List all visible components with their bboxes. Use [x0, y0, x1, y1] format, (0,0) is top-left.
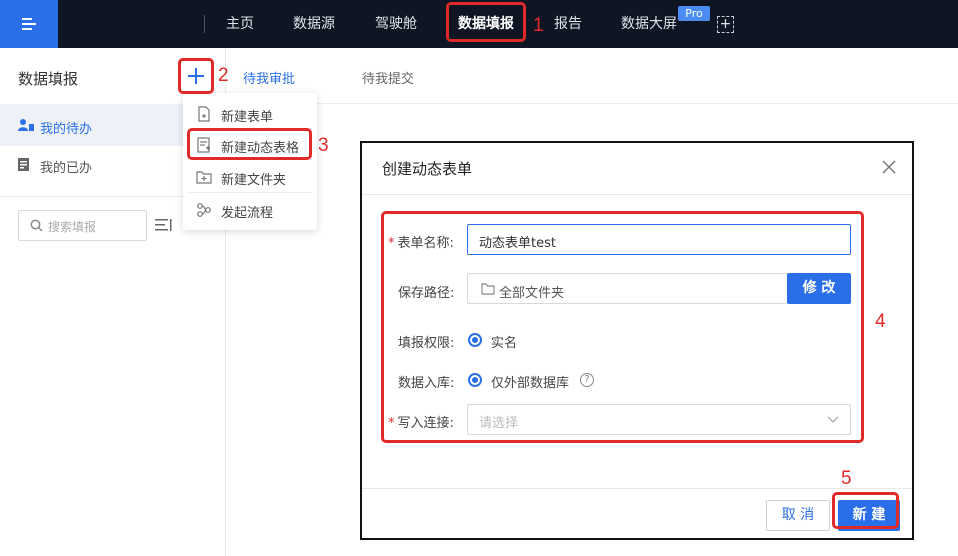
storage-radio[interactable]	[468, 373, 482, 387]
close-button[interactable]	[878, 156, 900, 178]
menu-collapse-button[interactable]	[0, 0, 58, 48]
menu-item-label: 新建动态表格	[221, 141, 300, 156]
form-name-value: 动态表单test	[479, 236, 556, 251]
new-dynamic-table-icon	[197, 137, 210, 153]
menu-collapse-icon	[22, 18, 36, 30]
tab-pending-submit[interactable]: 待我提交	[362, 68, 414, 87]
connection-placeholder: 请选择	[479, 416, 519, 431]
dialog-footer-divider	[362, 488, 912, 489]
add-dropdown-menu: 新建表单 新建动态表格 新建文件夹 发起流程	[183, 93, 317, 230]
nav-item-cockpit[interactable]: 驾驶舱	[375, 0, 417, 48]
document-done-icon	[18, 158, 29, 171]
menu-item-label: 新建表单	[221, 110, 274, 125]
chevron-down-icon	[827, 416, 839, 423]
menu-item-new-dynamic-table[interactable]: 新建动态表格	[183, 130, 317, 160]
permission-label: 填报权限:	[398, 336, 455, 351]
nav-item-report[interactable]: 报告	[554, 0, 582, 48]
tab-pending-approval[interactable]: 待我审批	[243, 68, 295, 87]
annotation-number-3: 3	[318, 135, 329, 156]
connection-label-text: 写入连接:	[397, 416, 454, 431]
nav-item-data-entry[interactable]: 数据填报	[458, 0, 514, 48]
nav-item-datasource[interactable]: 数据源	[293, 0, 335, 48]
required-star: *	[388, 416, 395, 431]
tabs-divider	[226, 103, 958, 104]
connection-select[interactable]	[467, 404, 851, 435]
top-navigation-bar: 主页 数据源 驾驶舱 数据填报 报告 数据大屏 Pro +	[0, 0, 958, 48]
modify-path-button[interactable]: 修 改	[787, 273, 851, 304]
user-todo-icon	[18, 119, 34, 131]
sidebar-item-my-done[interactable]: 我的已办	[40, 157, 92, 176]
storage-option: 仅外部数据库	[491, 376, 570, 391]
nav-item-data-screen[interactable]: 数据大屏	[621, 0, 677, 48]
annotation-number-4: 4	[875, 311, 886, 332]
menu-item-label: 新建文件夹	[221, 173, 287, 188]
sort-icon[interactable]	[155, 217, 173, 233]
dialog-header-divider	[362, 194, 912, 195]
save-path-label: 保存路径:	[398, 286, 455, 301]
new-form-icon	[198, 106, 210, 122]
dialog-title: 创建动态表单	[382, 160, 473, 178]
search-placeholder: 搜索填报	[48, 220, 97, 234]
plus-square-icon[interactable]: +	[717, 16, 734, 33]
annotation-number-2: 2	[218, 65, 229, 86]
start-process-icon	[197, 203, 211, 217]
required-star: *	[388, 236, 395, 251]
sidebar-add-button[interactable]	[184, 63, 208, 89]
plus-icon	[188, 68, 204, 84]
storage-label: 数据入库:	[398, 376, 455, 391]
new-folder-icon	[196, 171, 212, 184]
sidebar-item-label: 我的待办	[40, 122, 93, 137]
menu-divider	[187, 192, 313, 193]
menu-item-new-form[interactable]: 新建表单	[183, 99, 317, 129]
close-icon	[882, 160, 896, 174]
nav-divider	[204, 15, 205, 33]
connection-label: * 写入连接:	[388, 412, 454, 431]
folder-icon	[481, 283, 495, 295]
annotation-number-1: 1	[533, 15, 544, 36]
permission-option: 实名	[491, 336, 518, 351]
sidebar-title: 数据填报	[18, 70, 79, 88]
create-button[interactable]: 新 建	[838, 500, 900, 531]
cancel-button[interactable]: 取 消	[766, 500, 830, 531]
permission-radio[interactable]	[468, 333, 482, 347]
save-path-value: 全部文件夹	[499, 286, 565, 301]
help-icon[interactable]: ?	[580, 373, 594, 387]
annotation-number-5: 5	[841, 468, 852, 489]
menu-item-label: 发起流程	[221, 206, 274, 221]
form-name-label-text: 表单名称:	[397, 236, 454, 251]
menu-item-new-folder[interactable]: 新建文件夹	[183, 162, 317, 192]
form-name-label: * 表单名称:	[388, 232, 454, 251]
search-icon	[30, 219, 43, 232]
menu-item-start-process[interactable]: 发起流程	[183, 195, 317, 225]
nav-item-home[interactable]: 主页	[226, 0, 254, 48]
pro-badge: Pro	[678, 6, 710, 21]
